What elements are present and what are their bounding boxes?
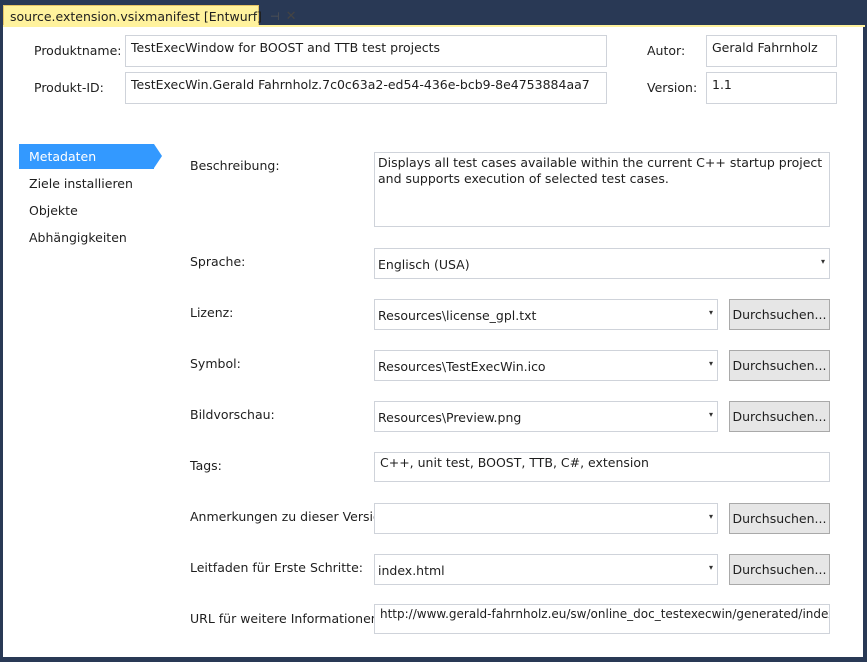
nav-item-ziele-installieren[interactable]: Ziele installieren [29, 176, 133, 191]
icon-label: Symbol: [190, 356, 241, 371]
preview-browse-button[interactable]: Durchsuchen... [729, 401, 830, 432]
tab-title: source.extension.vsixmanifest [Entwurf] [10, 8, 263, 24]
product-name-field[interactable]: TestExecWindow for BOOST and TTB test pr… [125, 35, 607, 67]
product-id-label: Produkt-ID: [34, 80, 104, 95]
chevron-down-icon: ▾ [708, 563, 713, 572]
icon-dropdown[interactable]: Resources\TestExecWin.ico ▾ [374, 350, 718, 381]
preview-value: Resources\Preview.png [378, 410, 522, 425]
icon-value: Resources\TestExecWin.ico [378, 359, 546, 374]
manifest-designer: Produktname: TestExecWindow for BOOST an… [3, 27, 863, 657]
more-info-url-field[interactable]: http://www.gerald-fahrnholz.eu/sw/online… [374, 604, 830, 634]
more-info-label: URL für weitere Informationen: [190, 611, 383, 626]
chevron-down-icon: ▾ [708, 308, 713, 317]
getting-started-browse-button[interactable]: Durchsuchen... [729, 554, 830, 585]
chevron-down-icon: ▾ [820, 257, 825, 266]
tags-label: Tags: [190, 458, 222, 473]
getting-started-label: Leitfaden für Erste Schritte: [190, 560, 363, 575]
document-tab[interactable]: source.extension.vsixmanifest [Entwurf] … [3, 5, 297, 26]
version-field[interactable]: 1.1 [706, 72, 837, 104]
getting-started-value: index.html [378, 563, 445, 578]
author-field[interactable]: Gerald Fahrnholz [706, 35, 837, 67]
license-value: Resources\license_gpl.txt [378, 308, 537, 323]
product-id-field[interactable]: TestExecWin.Gerald Fahrnholz.7c0c63a2-ed… [125, 72, 607, 104]
release-notes-browse-button[interactable]: Durchsuchen... [729, 503, 830, 534]
nav-item-abhaengigkeiten[interactable]: Abhängigkeiten [29, 230, 127, 245]
language-label: Sprache: [190, 254, 246, 269]
language-value: Englisch (USA) [378, 257, 470, 272]
chevron-down-icon: ▾ [708, 512, 713, 521]
release-notes-label: Anmerkungen zu dieser Version: [190, 509, 393, 524]
getting-started-dropdown[interactable]: index.html ▾ [374, 554, 718, 585]
product-name-label: Produktname: [34, 43, 122, 58]
tags-field[interactable]: C++, unit test, BOOST, TTB, C#, extensio… [374, 452, 830, 482]
license-label: Lizenz: [190, 305, 234, 320]
preview-dropdown[interactable]: Resources\Preview.png ▾ [374, 401, 718, 432]
nav-item-metadaten[interactable]: Metadaten [19, 144, 162, 169]
chevron-down-icon: ▾ [708, 359, 713, 368]
pin-icon[interactable]: ⊣ [270, 10, 280, 23]
license-browse-button[interactable]: Durchsuchen... [729, 299, 830, 330]
language-dropdown[interactable]: Englisch (USA) ▾ [374, 248, 830, 279]
nav-item-objekte[interactable]: Objekte [29, 203, 78, 218]
close-icon[interactable]: ✕ [286, 9, 297, 24]
license-dropdown[interactable]: Resources\license_gpl.txt ▾ [374, 299, 718, 330]
author-label: Autor: [647, 43, 686, 58]
description-field[interactable]: Displays all test cases available within… [374, 152, 830, 227]
preview-label: Bildvorschau: [190, 407, 275, 422]
version-label: Version: [647, 80, 698, 95]
icon-browse-button[interactable]: Durchsuchen... [729, 350, 830, 381]
release-notes-dropdown[interactable]: ▾ [374, 503, 718, 534]
nav-item-label: Metadaten [29, 149, 97, 164]
chevron-down-icon: ▾ [708, 410, 713, 419]
description-label: Beschreibung: [190, 158, 280, 173]
